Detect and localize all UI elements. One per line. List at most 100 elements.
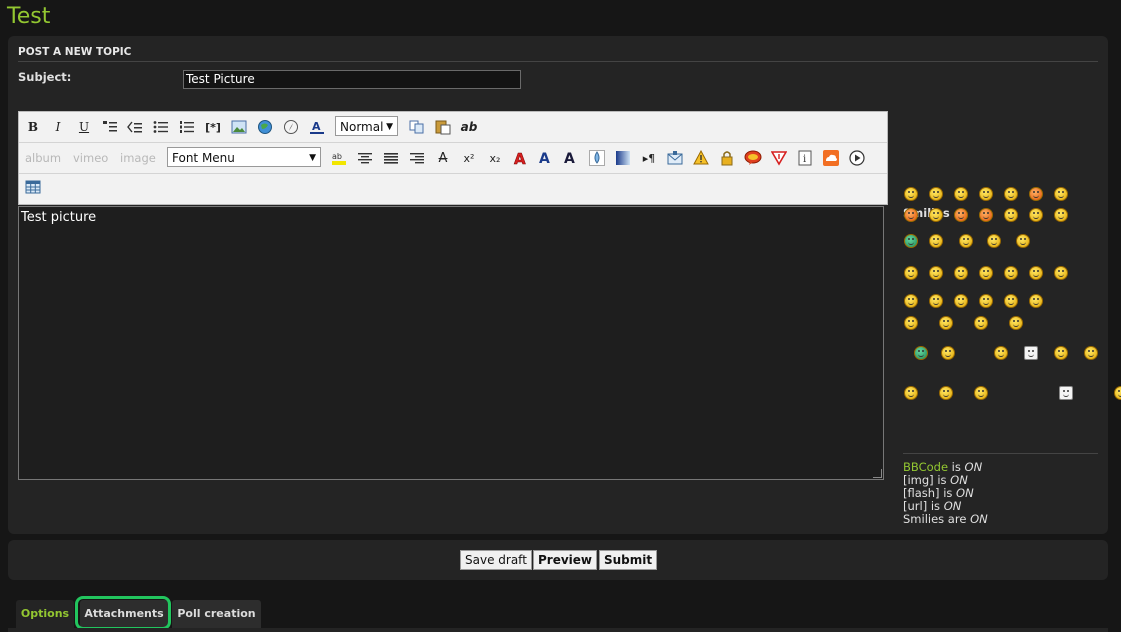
smiley-evil-icon[interactable] [954, 208, 968, 222]
smiley-coffee-icon[interactable] [1004, 266, 1018, 280]
paste-button[interactable] [433, 117, 453, 137]
save-draft-button[interactable]: Save draft [460, 550, 532, 570]
bullet-list-button[interactable] [151, 117, 171, 137]
play-button[interactable] [847, 148, 867, 168]
album-link[interactable]: album [25, 151, 61, 165]
soundcloud-button[interactable] [821, 148, 841, 168]
subject-input[interactable]: Test Picture [183, 70, 521, 89]
smiley-moon-icon[interactable] [1084, 346, 1098, 360]
message-text: Test picture [21, 210, 97, 225]
message-textarea[interactable]: Test picture [18, 206, 884, 480]
highlight-button[interactable]: ab [329, 148, 349, 168]
smiley-ask-icon[interactable] [1004, 294, 1018, 308]
font-dark-button[interactable]: A [561, 148, 581, 168]
paragraph-button[interactable]: ▸¶ [639, 148, 659, 168]
image-link[interactable]: image [120, 151, 156, 165]
smiley-hat-icon[interactable] [904, 266, 918, 280]
smiley-plain-face-2-icon[interactable] [1114, 386, 1121, 400]
smiley-wink-icon[interactable] [1054, 187, 1068, 201]
smiley-cool-icon[interactable] [954, 187, 968, 201]
justify-button[interactable] [381, 148, 401, 168]
quote-button[interactable] [100, 117, 120, 137]
submit-button[interactable]: Submit [599, 550, 658, 570]
font-red-button[interactable]: A [511, 148, 531, 168]
smiley-plain-face-icon[interactable] [904, 386, 918, 400]
smiley-smile-icon[interactable] [929, 187, 943, 201]
gradient-button[interactable] [613, 148, 633, 168]
smiley-glasses-pair-icon[interactable] [987, 234, 1001, 248]
info-button[interactable]: i [795, 148, 815, 168]
compass-button[interactable] [281, 117, 301, 137]
smiley-laugh-icon[interactable] [904, 187, 918, 201]
spellcheck-button[interactable]: ab [459, 117, 479, 137]
smiley-lamp-icon[interactable] [929, 234, 943, 248]
font-size-select[interactable]: Normal ▼ [335, 116, 398, 136]
smiley-happy-icon[interactable] [1054, 208, 1068, 222]
smiley-umbrella-icon[interactable] [1054, 346, 1068, 360]
font-blue-button[interactable]: A [536, 148, 556, 168]
smiley-smiley-plain-icon[interactable] [979, 294, 993, 308]
bbcode-link[interactable]: BBCode [903, 460, 948, 474]
lock-button[interactable] [717, 148, 737, 168]
drop-button[interactable] [587, 148, 607, 168]
smiley-clapping-icon[interactable] [954, 294, 968, 308]
underline-button[interactable]: U [74, 117, 94, 137]
smiley-rocker-icon[interactable] [929, 266, 943, 280]
bold-button[interactable]: B [23, 117, 43, 137]
smiley-monster-icon[interactable] [904, 234, 918, 248]
link-button[interactable] [255, 117, 275, 137]
code-button[interactable] [125, 117, 145, 137]
align-right-button[interactable] [407, 148, 427, 168]
smiley-bucket-icon[interactable] [1024, 346, 1038, 360]
smiley-plane-icon[interactable] [1009, 316, 1023, 330]
vimeo-link[interactable]: vimeo [73, 151, 108, 165]
smiley-mad-icon[interactable] [904, 208, 918, 222]
smiley-guitar-icon[interactable] [904, 294, 918, 308]
font-color-button[interactable]: A [307, 117, 327, 137]
warning-button[interactable] [691, 148, 711, 168]
font-menu-select[interactable]: Font Menu ▼ [167, 147, 321, 167]
smiley-alien-icon[interactable] [914, 346, 928, 360]
smiley-blush-icon[interactable] [1029, 208, 1043, 222]
down-triangle-button[interactable] [769, 148, 789, 168]
superscript-button[interactable]: x² [459, 148, 479, 168]
smiley-worried-icon[interactable] [1029, 266, 1043, 280]
image-button[interactable] [229, 117, 249, 137]
smiley-tongue-icon[interactable] [929, 208, 943, 222]
preview-button[interactable]: Preview [533, 550, 598, 570]
mail-button[interactable] [665, 148, 685, 168]
smiley-laughing-icon[interactable] [954, 266, 968, 280]
smiley-lick-icon[interactable] [939, 386, 953, 400]
smiley-point-icon[interactable] [974, 316, 988, 330]
align-center-button[interactable] [355, 148, 375, 168]
speech-button[interactable] [743, 148, 763, 168]
smiley-sleep-icon[interactable] [904, 316, 918, 330]
resize-grip-icon[interactable] [873, 469, 882, 478]
smiley-grin-icon[interactable] [979, 187, 993, 201]
smiley-thinking-icon[interactable] [979, 266, 993, 280]
smiley-drink-icon[interactable] [929, 294, 943, 308]
smiley-confused-icon[interactable] [1054, 266, 1068, 280]
tab-poll-creation[interactable]: Poll creation [172, 600, 261, 628]
strikethrough-button[interactable]: A [433, 148, 453, 168]
list-item-button[interactable]: [*] [203, 117, 223, 137]
numbered-list-button[interactable] [177, 117, 197, 137]
smiley-waving-icon[interactable] [939, 316, 953, 330]
smiley-devil-icon[interactable] [979, 208, 993, 222]
smiley-faint-icon[interactable] [974, 386, 988, 400]
table-button[interactable] [23, 177, 43, 197]
copy-button[interactable] [407, 117, 427, 137]
smiley-sad-icon[interactable] [1004, 187, 1018, 201]
subscript-button[interactable]: x₂ [485, 148, 505, 168]
smiley-toilet-icon[interactable] [1059, 386, 1073, 400]
smiley-hmm-icon[interactable] [1029, 294, 1043, 308]
smiley-bunny-icon[interactable] [941, 346, 955, 360]
smiley-ghost-icon[interactable] [1016, 234, 1030, 248]
smiley-shock-icon[interactable] [1004, 208, 1018, 222]
smiley-angry-icon[interactable] [1029, 187, 1043, 201]
smiley-popcorn-icon[interactable] [994, 346, 1008, 360]
smiley-small-smile-icon[interactable] [959, 234, 973, 248]
numbered-list-icon [180, 121, 194, 133]
tab-options[interactable]: Options [16, 600, 74, 628]
italic-button[interactable]: I [48, 117, 68, 137]
